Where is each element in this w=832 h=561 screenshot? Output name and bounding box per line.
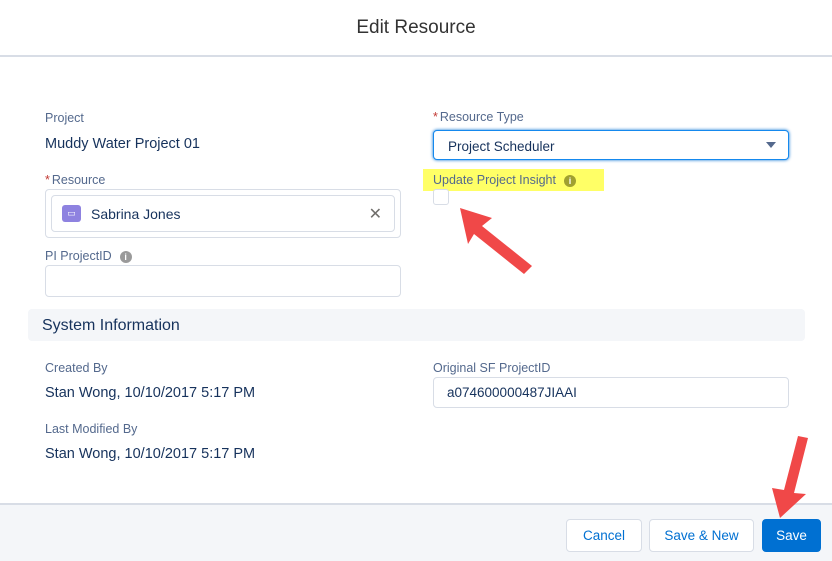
arrow-icon bbox=[460, 208, 532, 274]
annotation-arrows bbox=[460, 208, 808, 518]
arrow-icon bbox=[772, 436, 808, 518]
